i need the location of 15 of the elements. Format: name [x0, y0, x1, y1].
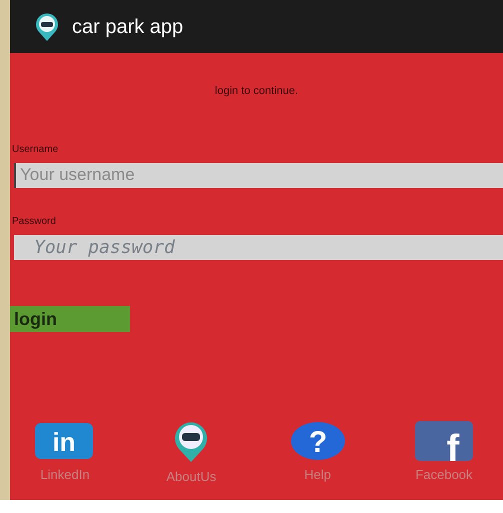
field-label: Password: [11, 214, 57, 228]
login-button[interactable]: login: [10, 306, 130, 332]
app-title: car park app: [72, 14, 184, 40]
help-icon: ?: [290, 420, 346, 460]
footer-link[interactable]: Facebook: [415, 464, 473, 484]
username-field[interactable]: Your username: [14, 162, 503, 188]
map-pin-icon: [34, 12, 60, 42]
footer-link[interactable]: Help: [304, 464, 332, 484]
field-label: Username: [11, 142, 60, 156]
password-field[interactable]: Your password: [14, 234, 503, 260]
footer-link[interactable]: LinkedIn: [40, 464, 90, 484]
facebook-icon: f: [414, 420, 473, 460]
footer-link[interactable]: AboutUs: [166, 466, 216, 486]
prompt-text: login to continue.: [214, 84, 298, 99]
linkedin-icon: in: [35, 420, 95, 460]
